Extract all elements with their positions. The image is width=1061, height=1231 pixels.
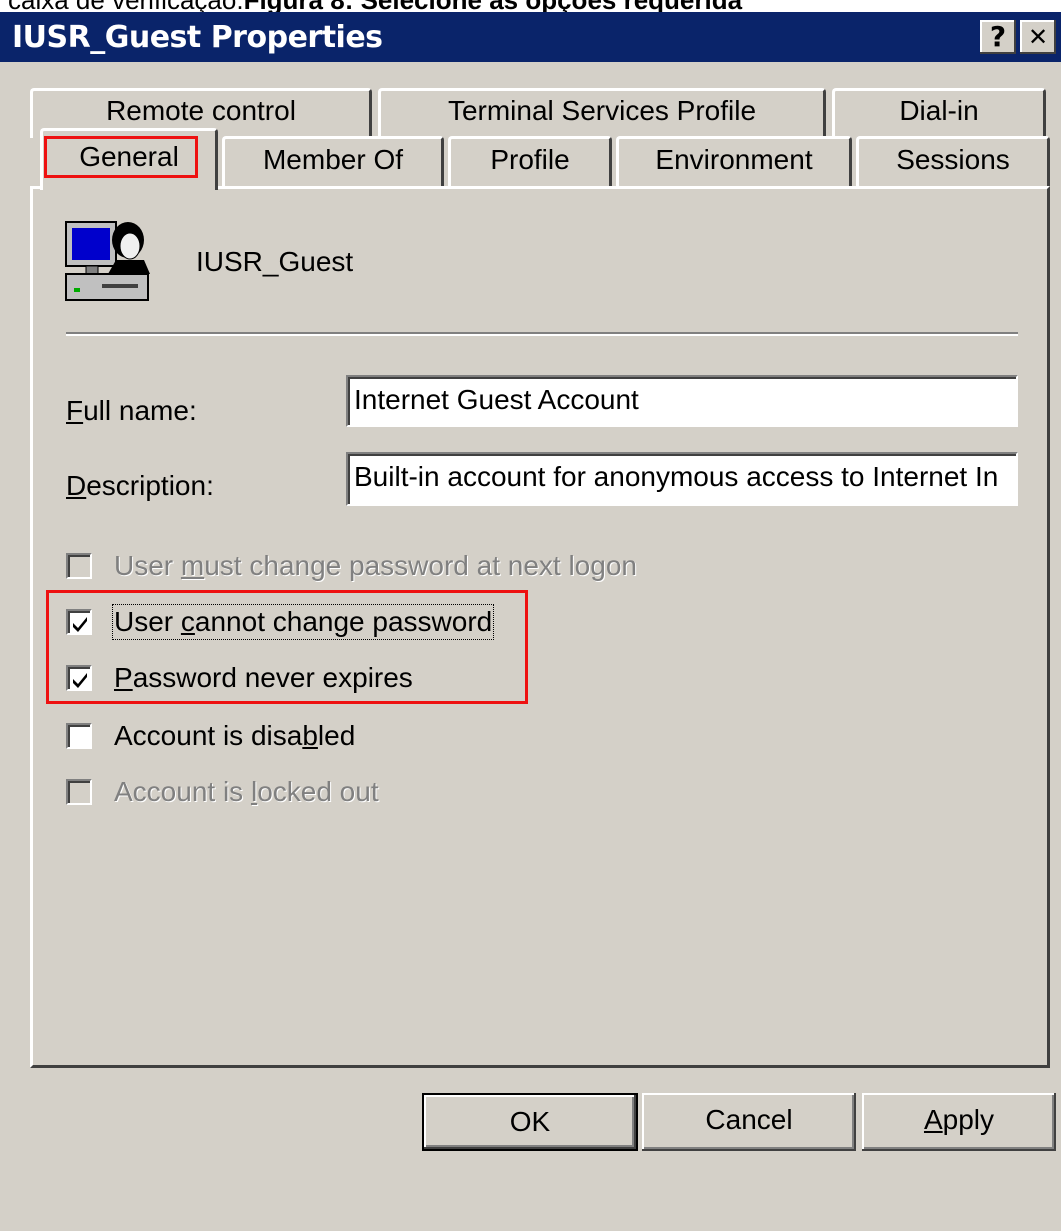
- apply-accel: A: [923, 1104, 943, 1135]
- full-name-field[interactable]: Internet Guest Account: [346, 375, 1018, 427]
- tab-member-of[interactable]: Member Of: [222, 136, 444, 186]
- cannot-change-password-label[interactable]: User cannot change password: [111, 604, 495, 640]
- separator: [66, 332, 1018, 336]
- window-title: IUSR_Guest Properties: [12, 20, 383, 55]
- apply-label: pply: [942, 1104, 995, 1135]
- must-change-password-option: User must change password at next logon: [66, 546, 637, 586]
- must-change-password-checkbox: [66, 553, 92, 579]
- account-disabled-label[interactable]: Account is disabled: [114, 720, 355, 752]
- username-label: IUSR_Guest: [196, 246, 354, 277]
- account-locked-out-checkbox: [66, 779, 92, 805]
- ok-button[interactable]: OK: [422, 1093, 638, 1151]
- tab-dial-in[interactable]: Dial-in: [832, 88, 1046, 138]
- account-locked-out-option: Account is locked out: [66, 772, 379, 812]
- cancel-button[interactable]: Cancel: [642, 1093, 856, 1151]
- account-disabled-checkbox[interactable]: [66, 723, 92, 749]
- checkmark-icon: [73, 617, 87, 632]
- help-button[interactable]: ?: [980, 20, 1016, 54]
- password-never-expires-label[interactable]: Password never expires: [114, 662, 413, 694]
- description-label-text: escription:: [86, 470, 214, 501]
- title-bar[interactable]: IUSR_Guest Properties ? ✕: [0, 12, 1061, 62]
- description-label: Description:: [66, 470, 214, 502]
- tab-terminal-services-profile[interactable]: Terminal Services Profile: [378, 88, 826, 138]
- page-caption: caixa de verificação.Figura 8: Selecione…: [8, 0, 742, 13]
- description-accel: D: [66, 470, 87, 501]
- description-field[interactable]: Built-in account for anonymous access to…: [346, 452, 1018, 506]
- apply-button[interactable]: Apply: [862, 1093, 1056, 1151]
- tab-general[interactable]: General: [40, 128, 218, 190]
- account-disabled-option[interactable]: Account is disabled: [66, 716, 355, 756]
- must-change-password-label: User must change password at next logon: [114, 550, 637, 581]
- full-name-label: Full name:: [66, 395, 197, 427]
- user-computer-icon: [62, 218, 154, 311]
- full-name-label-text: ull name:: [83, 395, 197, 426]
- password-never-expires-option[interactable]: Password never expires: [66, 658, 413, 698]
- cannot-change-password-option[interactable]: User cannot change password: [66, 602, 495, 642]
- full-name-accel: F: [66, 395, 84, 426]
- account-locked-out-label: Account is locked out: [114, 776, 379, 807]
- tab-sessions[interactable]: Sessions: [856, 136, 1050, 186]
- cannot-change-password-checkbox[interactable]: [66, 609, 92, 635]
- password-never-expires-checkbox[interactable]: [66, 665, 92, 691]
- close-button[interactable]: ✕: [1020, 20, 1056, 54]
- checkmark-icon: [73, 673, 87, 688]
- tab-profile[interactable]: Profile: [448, 136, 612, 186]
- tab-environment[interactable]: Environment: [616, 136, 852, 186]
